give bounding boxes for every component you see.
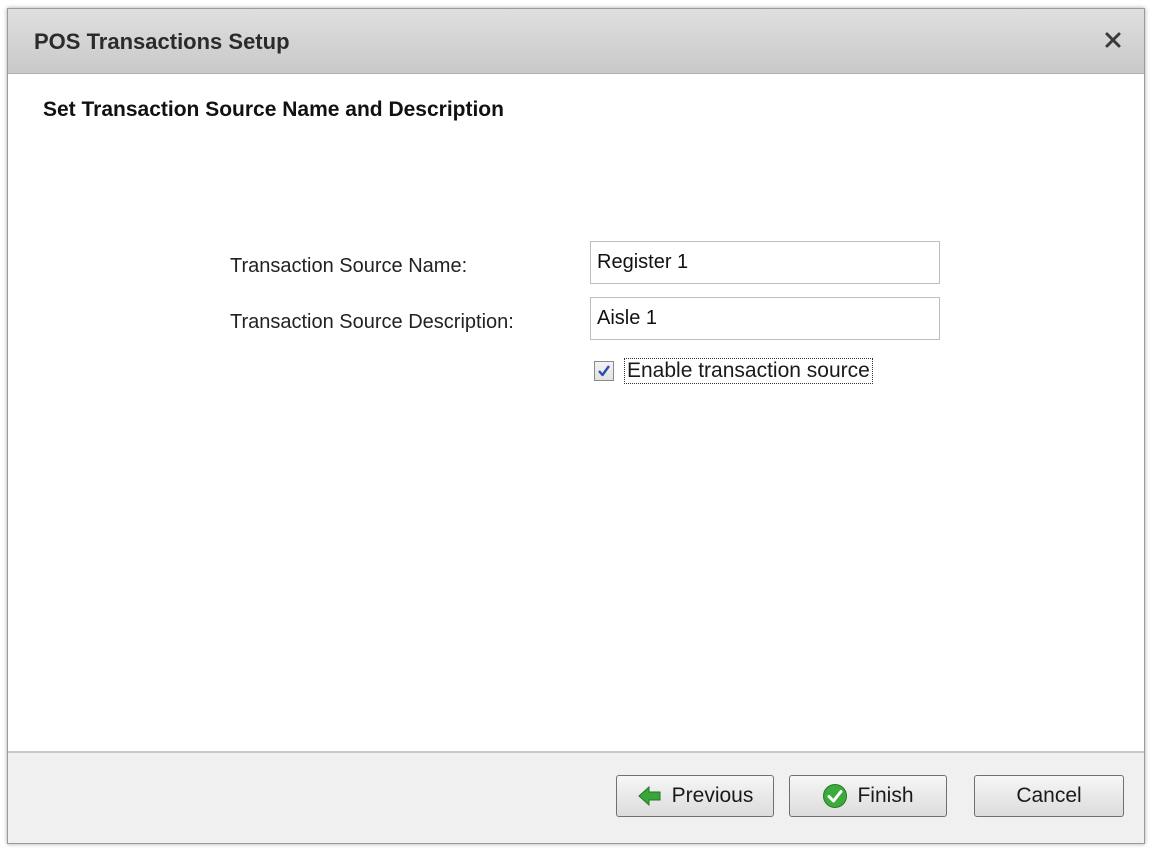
enable-transaction-source-row: Enable transaction source [594, 357, 873, 385]
enable-transaction-source-checkbox[interactable] [594, 361, 614, 381]
previous-label: Previous [671, 784, 754, 807]
finish-label: Finish [857, 784, 914, 807]
transaction-source-name-input[interactable] [590, 241, 940, 284]
arrow-left-icon [637, 783, 663, 809]
previous-button[interactable]: Previous [616, 775, 774, 817]
pos-transactions-setup-dialog: POS Transactions Setup Set Transaction S… [7, 8, 1145, 844]
transaction-source-name-label: Transaction Source Name: [230, 255, 468, 277]
finish-button[interactable]: Finish [789, 775, 947, 817]
enable-transaction-source-label[interactable]: Enable transaction source [624, 358, 873, 384]
page-heading: Set Transaction Source Name and Descript… [43, 98, 504, 121]
close-icon [1105, 32, 1121, 48]
dialog-footer: Previous Finish Cancel [8, 751, 1144, 843]
check-circle-icon [822, 783, 848, 809]
transaction-source-description-input[interactable] [590, 297, 940, 340]
checkmark-icon [598, 365, 610, 377]
dialog-title: POS Transactions Setup [34, 29, 290, 54]
cancel-button[interactable]: Cancel [974, 775, 1124, 817]
title-bar[interactable]: POS Transactions Setup [8, 9, 1144, 74]
close-button[interactable] [1096, 23, 1130, 57]
cancel-label: Cancel [1016, 784, 1082, 807]
transaction-source-description-label: Transaction Source Description: [230, 311, 514, 333]
